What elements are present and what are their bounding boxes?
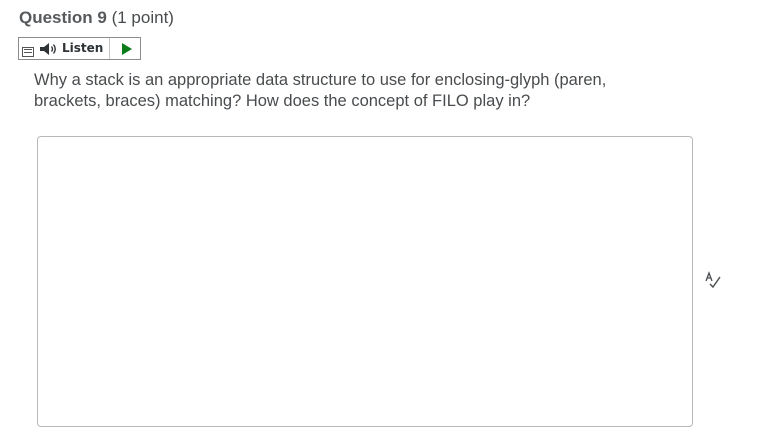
question-header: Question 9 (1 point) — [19, 8, 174, 28]
question-title: Question 9 — [19, 8, 107, 27]
listen-label: Listen — [62, 41, 104, 55]
answer-textarea[interactable] — [37, 136, 693, 427]
listen-widget: Listen — [18, 37, 141, 60]
play-button[interactable] — [110, 38, 140, 59]
question-text: Why a stack is an appropriate data struc… — [34, 71, 607, 110]
speaker-icon — [40, 43, 56, 55]
spellcheck-icon[interactable] — [704, 271, 722, 289]
listen-button[interactable]: Listen — [19, 38, 110, 59]
question-points: (1 point) — [111, 8, 174, 27]
menu-icon[interactable] — [22, 47, 34, 57]
play-icon — [122, 42, 132, 55]
